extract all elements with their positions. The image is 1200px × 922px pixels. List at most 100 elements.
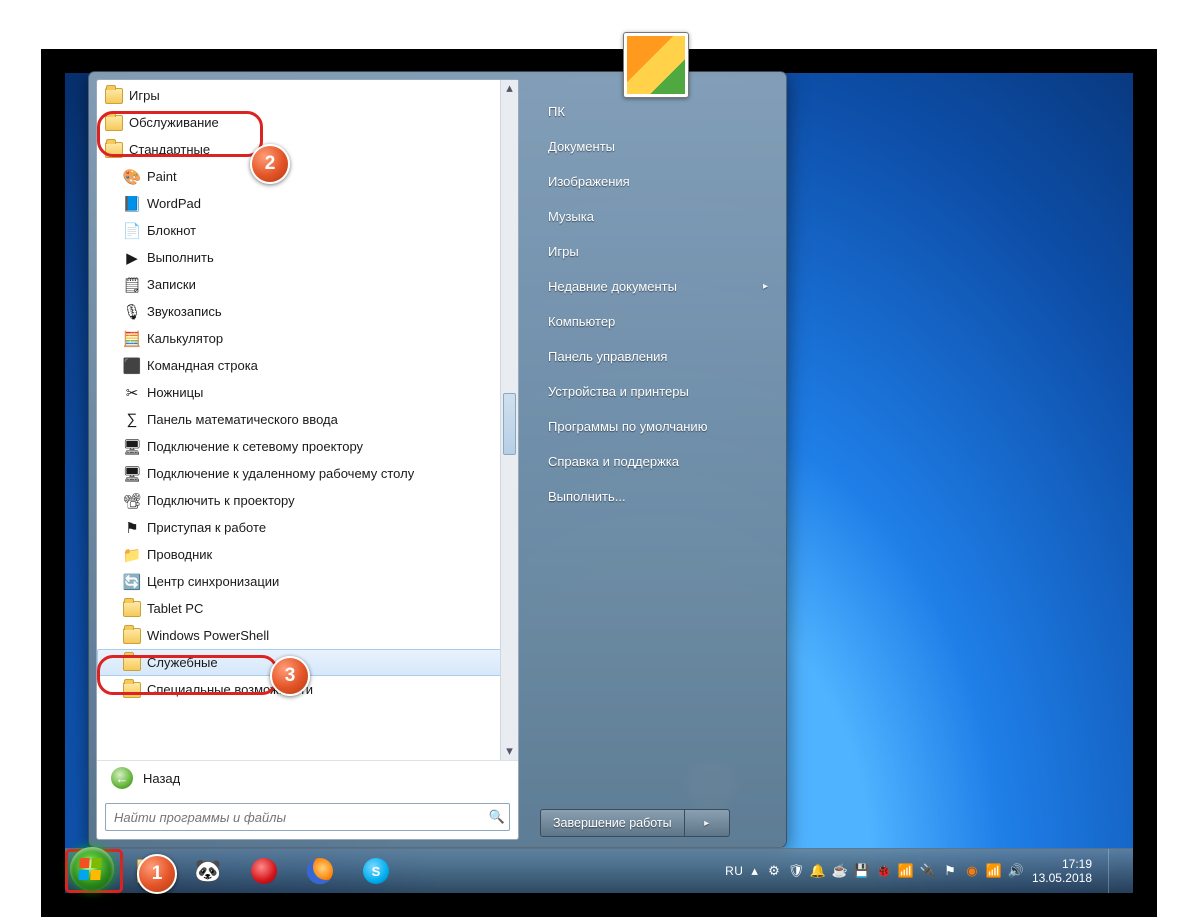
programs-list[interactable]: Игры Обслуживание Стандартные 🎨 Paint 📘 …	[97, 80, 518, 760]
program-label: Приступая к работе	[147, 520, 266, 535]
tray-icon[interactable]: ◉	[964, 863, 980, 879]
right-link-label: Панель управления	[548, 349, 667, 364]
taskbar-explorer[interactable]	[125, 852, 179, 890]
program-item[interactable]: 🎙 Звукозапись	[97, 298, 518, 325]
system-tray: RU ▴ ⚙ 🛡 🔔 ☕ 💾 🐞 📶 🔌 ⚑ ◉ 📶 🔊	[725, 849, 1133, 893]
program-item[interactable]: 📽 Подключить к проектору	[97, 487, 518, 514]
tray-icon[interactable]: 💾	[854, 863, 870, 879]
shutdown-button[interactable]: Завершение работы	[540, 809, 685, 837]
tray-icon[interactable]: 🔌	[920, 863, 936, 879]
program-label: Обслуживание	[129, 115, 219, 130]
start-right-link[interactable]: Недавние документы▸	[540, 269, 776, 304]
app-icon: 📁	[123, 546, 141, 564]
start-right-link[interactable]: ПК	[540, 94, 776, 129]
program-item[interactable]: ✂ Ножницы	[97, 379, 518, 406]
taskbar-apps: 🐼 S	[125, 852, 403, 890]
program-item[interactable]: 📁 Проводник	[97, 541, 518, 568]
shutdown-row: Завершение работы ▸	[540, 809, 776, 837]
start-right-link[interactable]: Музыка	[540, 199, 776, 234]
search-input[interactable]	[106, 810, 485, 825]
scroll-thumb[interactable]	[503, 393, 516, 455]
program-item[interactable]: ⬛ Командная строка	[97, 352, 518, 379]
opera-icon	[251, 858, 277, 884]
right-link-label: Документы	[548, 139, 615, 154]
app-icon: 🎙	[123, 303, 141, 321]
program-item[interactable]: 🔄 Центр синхронизации	[97, 568, 518, 595]
start-right-link[interactable]: Панель управления	[540, 339, 776, 374]
clock-date: 13.05.2018	[1032, 871, 1092, 885]
program-item[interactable]: 📘 WordPad	[97, 190, 518, 217]
tray-icon[interactable]: ☕	[832, 863, 848, 879]
start-right-link[interactable]: Справка и поддержка	[540, 444, 776, 479]
program-subfolder[interactable]: Windows PowerShell	[97, 622, 518, 649]
start-button[interactable]	[70, 847, 114, 891]
program-subfolder[interactable]: Специальные возможности	[97, 676, 518, 703]
explorer-icon	[137, 859, 167, 883]
shutdown-more-button[interactable]: ▸	[685, 809, 730, 837]
program-item[interactable]: 🖥 Подключение к удаленному рабочему стол…	[97, 460, 518, 487]
network-icon[interactable]: 📶	[898, 863, 914, 879]
network-icon[interactable]: 📶	[986, 863, 1002, 879]
right-link-label: ПК	[548, 104, 565, 119]
start-right-link[interactable]: Устройства и принтеры	[540, 374, 776, 409]
taskbar-opera[interactable]	[237, 852, 291, 890]
user-avatar[interactable]	[623, 32, 689, 98]
back-button[interactable]: ← Назад	[97, 760, 518, 795]
taskbar-app-2[interactable]: 🐼	[181, 852, 235, 890]
start-right-link[interactable]: Выполнить...	[540, 479, 776, 514]
firefox-icon	[307, 858, 333, 884]
tray-clock[interactable]: 17:19 13.05.2018	[1032, 857, 1092, 885]
start-menu-right-pane: ПК Документы ИзображенияМузыка Игры Недавние…	[526, 72, 786, 847]
program-folder[interactable]: Обслуживание	[97, 109, 518, 136]
tray-icon[interactable]: 🐞	[876, 863, 892, 879]
start-right-link[interactable]: Документы	[540, 129, 776, 164]
right-link-label: Игры	[548, 244, 579, 259]
scroll-down-icon[interactable]: ▾	[501, 743, 518, 760]
program-folder[interactable]: Игры	[97, 82, 518, 109]
start-right-link[interactable]: Программы по умолчанию	[540, 409, 776, 444]
tray-expand-icon[interactable]: ▴	[751, 863, 758, 879]
program-label: Стандартные	[129, 142, 210, 157]
program-subfolder[interactable]: Tablet PC	[97, 595, 518, 622]
start-right-link[interactable]: Игры	[540, 234, 776, 269]
program-item[interactable]: 📄 Блокнот	[97, 217, 518, 244]
start-right-link[interactable]: Компьютер	[540, 304, 776, 339]
scroll-up-icon[interactable]: ▴	[501, 80, 518, 97]
program-item[interactable]: 🗒 Записки	[97, 271, 518, 298]
program-label: Служебные	[147, 655, 218, 670]
clock-time: 17:19	[1032, 857, 1092, 871]
right-link-label: Справка и поддержка	[548, 454, 679, 469]
program-subfolder[interactable]: Служебные	[97, 649, 518, 676]
app-icon: ⚑	[123, 519, 141, 537]
show-desktop-button[interactable]	[1108, 849, 1119, 893]
flag-icon[interactable]: ⚑	[942, 863, 958, 879]
taskbar-skype[interactable]: S	[349, 852, 403, 890]
app-icon: ⬛	[123, 357, 141, 375]
tray-icon[interactable]: 🔔	[810, 863, 826, 879]
tray-icon[interactable]: 🛡	[788, 863, 804, 879]
program-item[interactable]: ∑ Панель математического ввода	[97, 406, 518, 433]
start-right-link[interactable]: Изображения	[540, 164, 776, 199]
tray-icons: ⚙ 🛡 🔔 ☕ 💾 🐞 📶 🔌 ⚑ ◉ 📶 🔊	[766, 863, 1024, 879]
app-icon: 🖥	[123, 465, 141, 483]
programs-scrollbar[interactable]: ▴ ▾	[500, 80, 518, 760]
program-label: Игры	[129, 88, 160, 103]
program-label: Выполнить	[147, 250, 214, 265]
program-folder[interactable]: Стандартные	[97, 136, 518, 163]
program-item[interactable]: ⚑ Приступая к работе	[97, 514, 518, 541]
language-indicator[interactable]: RU	[725, 864, 743, 878]
program-item[interactable]: 🎨 Paint	[97, 163, 518, 190]
app-icon: 📄	[123, 222, 141, 240]
back-arrow-icon: ←	[111, 767, 133, 789]
search-box[interactable]: 🔍	[105, 803, 510, 831]
tray-icon[interactable]: ⚙	[766, 863, 782, 879]
volume-icon[interactable]: 🔊	[1008, 863, 1024, 879]
chevron-right-icon: ▸	[763, 281, 768, 292]
program-label: Блокнот	[147, 223, 196, 238]
program-item[interactable]: 🧮 Калькулятор	[97, 325, 518, 352]
program-item[interactable]: ▶ Выполнить	[97, 244, 518, 271]
folder-icon	[123, 627, 141, 645]
program-item[interactable]: 🖥 Подключение к сетевому проектору	[97, 433, 518, 460]
taskbar-firefox[interactable]	[293, 852, 347, 890]
program-label: WordPad	[147, 196, 201, 211]
